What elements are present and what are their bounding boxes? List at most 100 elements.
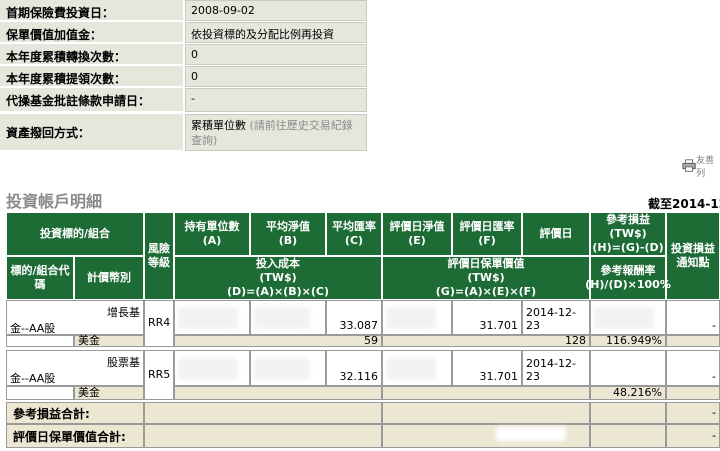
row2-avg-nav <box>250 350 326 386</box>
row1-eval-value: 128 <box>382 334 590 347</box>
row1-cost: 59 <box>174 334 382 347</box>
row2-code <box>6 386 74 400</box>
row2-eval-date: 2014-12-23 <box>522 350 590 386</box>
info-label-managed-fund-date: 代操基金批註條款申請日： <box>0 88 183 112</box>
header-risk: 風險等級 <box>144 212 174 300</box>
row1-avg-fx: 33.087 <box>326 300 382 335</box>
header-cost: 投入成本 (TW$) (D)=(A)×(B)×(C) <box>174 256 382 300</box>
row1-eval-date: 2014-12-23 <box>522 300 590 335</box>
header-ref-rate-formula: (H)/(D)×100% <box>585 278 671 291</box>
header-eval-fx-label: 評價日匯率 <box>459 220 515 234</box>
info-value-asset-return-method: 累積單位數 (請前往歷史交易紀錄查詢) <box>185 114 367 151</box>
header-avg-nav-label: 平均淨值 <box>266 220 310 234</box>
header-code: 標的/組合代碼 <box>6 256 74 300</box>
header-units: 持有單位數 (A) <box>174 212 250 256</box>
row1-avg-nav <box>250 300 326 335</box>
row2-avg-fx: 32.116 <box>326 350 382 386</box>
row1-units <box>174 300 250 335</box>
info-value-switch-count: 0 <box>185 44 367 65</box>
info-value-managed-fund-date: - <box>185 88 367 112</box>
total-pl-mid <box>382 402 590 424</box>
header-eval-fx: 評價日匯率 (F) <box>452 212 522 256</box>
row1-code <box>6 335 74 347</box>
row1-ref-rate: 116.949% <box>590 334 666 347</box>
row1-risk: RR4 <box>144 300 174 347</box>
header-ref-pl-unit: (TW$) <box>609 227 647 241</box>
total-value-extra <box>590 424 666 448</box>
header-avg-fx: 平均匯率 (C) <box>326 212 382 256</box>
row2-currency: 美金 <box>74 386 144 400</box>
row1-ref-pl <box>590 300 666 335</box>
header-target: 投資標的/組合 <box>6 212 144 256</box>
header-units-label: 持有單位數 <box>184 220 240 234</box>
row2-ref-rate: 48.216% <box>590 386 666 400</box>
header-cost-unit: (TW$) <box>259 271 297 285</box>
row2-cost <box>174 386 382 400</box>
info-label-withdraw-count: 本年度累積提領次數： <box>0 66 183 87</box>
row2-eval-nav <box>382 350 452 386</box>
header-avg-nav-sym: (B) <box>278 234 298 247</box>
print-label: 友善列 <box>696 156 715 179</box>
header-avg-fx-label: 平均匯率 <box>332 220 376 234</box>
header-avg-nav: 平均淨值 (B) <box>250 212 326 256</box>
header-eval-nav-label: 評價日淨值 <box>389 220 445 234</box>
row1-eval-nav <box>382 300 452 335</box>
row1-target-name[interactable]: 增長基 金--AA股 <box>6 300 144 335</box>
row2-target-name[interactable]: 股票基 金--AA股 <box>6 350 144 386</box>
row2-ref-pl <box>590 350 666 386</box>
info-value-first-premium-date: 2008-09-02 <box>185 0 367 21</box>
row1-notify-extra <box>666 335 720 347</box>
row2-risk: RR5 <box>144 350 174 400</box>
header-eval-value-unit: (TW$) <box>467 271 505 285</box>
header-notify: 投資損益通知點 <box>666 212 720 300</box>
info-label-switch-count: 本年度累積轉換次數： <box>0 44 183 65</box>
header-currency: 計價幣別 <box>74 256 144 300</box>
row1-name-line2: 金--AA股 <box>10 322 56 335</box>
info-value-withdraw-count: 0 <box>185 66 367 87</box>
total-pl-label: 參考損益合計: <box>6 402 144 424</box>
header-eval-date: 評價日 <box>522 212 590 256</box>
header-eval-nav: 評價日淨值 (E) <box>382 212 452 256</box>
row1-currency: 美金 <box>74 334 144 347</box>
header-cost-label: 投入成本 <box>256 257 300 271</box>
total-value-amount <box>382 424 590 448</box>
total-value-label: 評價日保單價值合計: <box>6 424 144 448</box>
header-eval-value-formula: (G)=(A)×(E)×(F) <box>435 284 537 298</box>
total-value-notify: - <box>666 424 720 448</box>
info-value-value-bonus: 依投資標的及分配比例再投資 <box>185 22 367 43</box>
header-units-sym: (A) <box>202 234 222 247</box>
print-button[interactable]: 友善列 <box>682 156 720 179</box>
row2-eval-value <box>382 386 590 400</box>
as-of-date: 截至2014-12- <box>648 197 720 211</box>
total-pl-notify: - <box>666 402 720 424</box>
header-cost-formula: (D)=(A)×(B)×(C) <box>227 284 329 298</box>
header-ref-pl-label: 參考損益 <box>606 213 650 227</box>
row2-name-tail: 股票基 <box>107 356 140 369</box>
header-ref-rate: 參考報酬率 (H)/(D)×100% <box>585 256 671 300</box>
total-value-blank <box>144 424 382 448</box>
info-label-first-premium-date: 首期保險費投資日： <box>0 0 183 21</box>
row1-name-tail: 增長基 <box>107 306 140 319</box>
row2-notify-extra <box>666 386 720 400</box>
header-eval-fx-sym: (F) <box>478 234 496 247</box>
info-label-asset-return-method: 資產撥回方式： <box>0 114 183 151</box>
row2-units <box>174 350 250 386</box>
section-title: 投資帳戶明細 <box>6 192 103 211</box>
header-eval-value: 評價日保單價值 (TW$) (G)=(A)×(E)×(F) <box>382 256 590 300</box>
header-ref-rate-label: 參考報酬率 <box>600 264 656 278</box>
header-avg-fx-sym: (C) <box>344 234 364 247</box>
info-label-value-bonus: 保單價值加值金： <box>0 22 183 43</box>
row1-eval-fx: 31.701 <box>452 300 522 335</box>
header-eval-value-label: 評價日保單價值 <box>447 257 525 271</box>
row2-name-line2: 金--AA股 <box>10 372 56 385</box>
asset-return-method-text: 累積單位數 <box>191 119 246 132</box>
row2-eval-fx: 31.701 <box>452 350 522 386</box>
row2-notify: - <box>666 350 720 386</box>
total-pl-value <box>590 402 666 424</box>
row1-notify: - <box>666 300 720 335</box>
header-ref-pl-formula: (H)=(G)-(D) <box>592 240 664 254</box>
header-eval-nav-sym: (E) <box>408 234 426 247</box>
printer-icon <box>682 159 696 172</box>
total-pl-blank <box>144 402 382 424</box>
header-ref-pl: 參考損益 (TW$) (H)=(G)-(D) <box>590 212 666 256</box>
